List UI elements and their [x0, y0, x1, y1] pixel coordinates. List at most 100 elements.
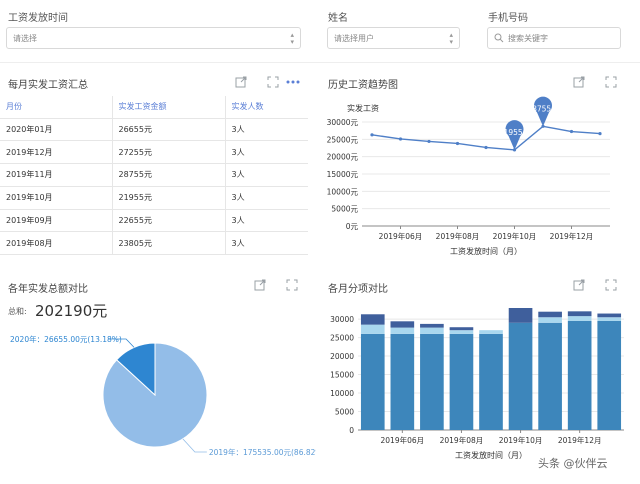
breakdown-chart-title: 各月分项对比 — [328, 284, 388, 295]
export-icon[interactable] — [254, 279, 266, 291]
cell-headcount: 3人 — [225, 209, 308, 233]
y-tick-label: 25000元 — [327, 135, 359, 144]
bar-segment — [420, 333, 444, 430]
table-header-row: 月份 实发工资金额 实发人数 — [0, 96, 308, 119]
bar-segment — [420, 327, 444, 334]
bar-segment — [597, 317, 622, 321]
data-point — [398, 137, 403, 141]
cell-amount: 22655元 — [112, 209, 226, 233]
user-select[interactable]: 请选择用户 ▴ ▾ — [327, 27, 460, 49]
table-row[interactable]: 2019年08月 23805元 3人 — [0, 231, 308, 256]
bar-segment — [449, 330, 474, 334]
column-header-month[interactable]: 月份 — [0, 96, 113, 119]
filter-divider — [0, 62, 640, 63]
y-axis-title: 实发工资 — [347, 103, 379, 113]
table-row[interactable]: 2019年10月 21955元 3人 — [0, 186, 308, 210]
cell-month: 2019年09月 — [0, 209, 113, 233]
bar-segment — [597, 313, 622, 318]
bar-segment — [538, 317, 562, 323]
data-point — [569, 129, 574, 134]
bar-segment — [567, 316, 592, 321]
marker-label: 21955元 — [499, 128, 531, 137]
fullscreen-icon[interactable] — [267, 76, 279, 88]
bar-segment — [538, 311, 562, 318]
total-value: 202190元 — [35, 302, 108, 320]
monthly-breakdown-bar-chart: 0 5000 10000 15000 20000 25000 30000 2019年06月 20… — [330, 308, 624, 460]
x-tick-label: 2019年12月 — [558, 435, 602, 445]
cell-headcount: 3人 — [225, 231, 308, 256]
bar-segment — [567, 320, 592, 430]
table-row[interactable]: 2020年01月 26655元 3人 — [0, 118, 308, 142]
cell-month: 2019年08月 — [0, 231, 113, 256]
cell-headcount: 3人 — [225, 163, 308, 187]
cell-month: 2019年10月 — [0, 186, 113, 210]
bar-segment — [508, 322, 533, 430]
x-tick-label: 2019年08月 — [436, 231, 480, 241]
pie-label-2019: 2019年：175535.00元(86.82%) — [209, 447, 316, 457]
salary-summary-table: 月份 实发工资金额 实发人数 2020年01月 26655元 3人 2019年1… — [0, 96, 308, 256]
data-point — [598, 131, 602, 136]
x-tick-label: 2019年06月 — [379, 231, 423, 241]
date-select[interactable]: 请选择 ▴ ▾ — [6, 27, 301, 49]
column-header-headcount[interactable]: 实发人数 — [225, 96, 308, 119]
bar-segment — [479, 330, 503, 334]
data-point — [370, 133, 374, 137]
export-icon[interactable] — [235, 76, 247, 88]
export-icon[interactable] — [573, 279, 585, 291]
bar-segment — [567, 311, 592, 317]
y-tick-label: 0元 — [346, 222, 359, 231]
y-tick-label: 20000元 — [327, 153, 359, 162]
more-icon[interactable] — [286, 79, 300, 85]
yearly-total-pie-chart: 2020年：26655.00元(13.18%) 2019年：175535.00元(… — [10, 334, 316, 457]
table-row[interactable]: 2019年11月 28755元 3人 — [0, 163, 308, 187]
bar-segment — [390, 333, 415, 430]
watermark: 头条 @伙伴云 — [538, 457, 608, 470]
salary-trend-line-chart: 实发工资 0元 5000元 10000元 15000元 20000元 25000元 30000… — [327, 96, 610, 256]
x-tick-label: 2019年06月 — [381, 435, 425, 445]
bar-segment — [360, 324, 385, 334]
column-header-amount[interactable]: 实发工资金额 — [112, 96, 226, 119]
dropdown-arrows-icon: ▴ ▾ — [290, 31, 294, 46]
cell-amount: 28755元 — [112, 163, 226, 187]
pie-label-2020: 2020年：26655.00元(13.18%) — [10, 334, 122, 344]
y-tick-label: 15000元 — [327, 170, 359, 179]
cell-amount: 27255元 — [112, 140, 226, 165]
bar-segment — [360, 314, 385, 325]
phone-search-input[interactable]: 搜索关键字 — [487, 27, 621, 49]
bar-segment — [449, 333, 474, 430]
y-tick-label: 0 — [349, 426, 354, 435]
y-tick-label: 30000元 — [327, 118, 359, 127]
cell-amount: 21955元 — [112, 186, 226, 210]
cell-amount: 23805元 — [112, 231, 226, 256]
bar-segment — [597, 320, 622, 430]
date-filter-label: 工资发放时间 — [8, 13, 68, 24]
bar-segment — [360, 333, 385, 430]
bar-segment — [390, 321, 415, 328]
trend-chart-title: 历史工资趋势图 — [328, 80, 398, 91]
dropdown-arrows-icon: ▴ ▾ — [449, 31, 453, 46]
pie-panel-title: 各年实发总额对比 — [8, 284, 88, 295]
export-icon[interactable] — [573, 76, 585, 88]
cell-headcount: 3人 — [225, 140, 308, 165]
fullscreen-icon[interactable] — [286, 279, 298, 291]
x-tick-label: 2019年10月 — [499, 435, 543, 445]
bar-segment — [508, 308, 533, 323]
table-row[interactable]: 2019年09月 22655元 3人 — [0, 209, 308, 233]
fullscreen-icon[interactable] — [605, 76, 617, 88]
data-point — [484, 145, 488, 150]
x-axis-title: 工资发放时间（月） — [455, 450, 527, 460]
marker-label: 28755元 — [527, 104, 559, 113]
x-axis-title: 工资发放时间（月） — [450, 246, 522, 256]
y-tick-label: 20000 — [330, 352, 354, 361]
table-row[interactable]: 2019年12月 27255元 3人 — [0, 140, 308, 165]
fullscreen-icon[interactable] — [605, 279, 617, 291]
y-tick-label: 25000 — [330, 334, 354, 343]
cell-month: 2020年01月 — [0, 118, 113, 142]
bar-segment — [449, 327, 474, 331]
cell-headcount: 3人 — [225, 118, 308, 142]
data-point — [455, 141, 460, 146]
phone-search-placeholder: 搜索关键字 — [508, 33, 548, 43]
x-tick-label: 2019年10月 — [493, 231, 537, 241]
user-select-placeholder: 请选择用户 — [334, 33, 374, 43]
bar-segment — [390, 327, 415, 334]
